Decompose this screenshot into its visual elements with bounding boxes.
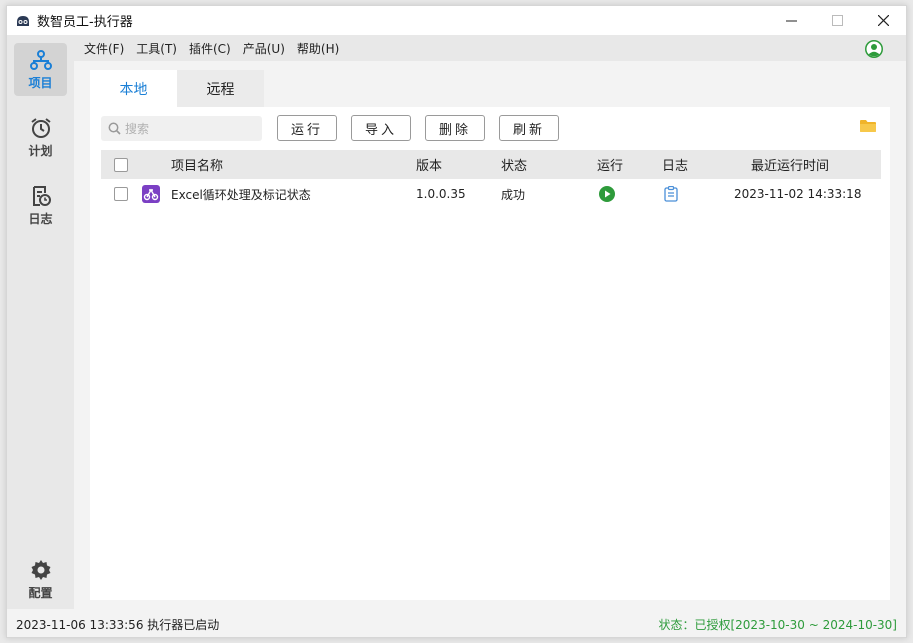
menu-plugins[interactable]: 插件(C) [189, 40, 231, 57]
source-tabs: 本地 远程 [90, 70, 264, 107]
refresh-button[interactable]: 刷新 [499, 115, 559, 141]
header-run[interactable]: 运行 [597, 150, 623, 179]
table-row[interactable]: Excel循环处理及标记状态 1.0.0.35 成功 2023-11-02 14… [101, 179, 881, 209]
maximize-button[interactable] [814, 6, 860, 35]
close-button[interactable] [860, 6, 906, 35]
minimize-button[interactable] [768, 6, 814, 35]
tab-local[interactable]: 本地 [90, 70, 177, 107]
title-bar[interactable]: 数智员工-执行器 [7, 6, 906, 35]
project-type-icon [142, 185, 160, 203]
menu-product[interactable]: 产品(U) [243, 40, 285, 57]
header-name[interactable]: 项目名称 [171, 150, 223, 179]
row-last-run: 2023-11-02 14:33:18 [734, 187, 862, 201]
sidebar-item-project[interactable]: 项目 [14, 43, 67, 96]
row-checkbox[interactable] [114, 187, 128, 201]
header-status[interactable]: 状态 [501, 150, 527, 179]
folder-icon[interactable] [860, 119, 876, 133]
tab-remote[interactable]: 远程 [177, 70, 264, 107]
status-bar: 2023-11-06 13:33:56 执行器已启动 状态：已授权[2023-1… [7, 609, 906, 637]
license-status: 状态：已授权[2023-10-30 ~ 2024-10-30] [658, 617, 897, 632]
run-button[interactable]: 运行 [277, 115, 337, 141]
menu-bar: 文件(F) 工具(T) 插件(C) 产品(U) 帮助(H) [74, 35, 906, 61]
search-input[interactable] [125, 121, 245, 136]
sidebar-item-label: 配置 [28, 585, 53, 600]
menu-help[interactable]: 帮助(H) [297, 40, 339, 57]
menu-tools[interactable]: 工具(T) [136, 40, 177, 57]
status-message: 2023-11-06 13:33:56 执行器已启动 [16, 617, 220, 632]
gear-icon [31, 559, 50, 580]
row-version: 1.0.0.35 [416, 187, 466, 201]
row-name: Excel循环处理及标记状态 [171, 187, 311, 202]
log-clock-icon [32, 185, 51, 206]
header-last-run[interactable]: 最近运行时间 [751, 150, 829, 179]
sidebar-item-plan[interactable]: 计划 [14, 111, 67, 164]
search-box[interactable] [101, 116, 262, 141]
window-title: 数智员工-执行器 [37, 15, 133, 30]
app-logo-icon [17, 15, 29, 26]
maximize-icon [831, 15, 843, 26]
user-account-icon[interactable] [864, 39, 884, 59]
sidebar-item-settings[interactable]: 配置 [14, 553, 67, 606]
delete-button[interactable]: 删除 [425, 115, 485, 141]
import-button[interactable]: 导入 [351, 115, 411, 141]
menu-file[interactable]: 文件(F) [84, 40, 124, 57]
app-window: 数智员工-执行器 项目 计划 日志 配置 文件(F) 工具(T) 插件(C) 产… [6, 5, 907, 638]
project-tree-icon [29, 49, 52, 70]
table-header: 项目名称 版本 状态 运行 日志 最近运行时间 [101, 150, 881, 179]
play-icon[interactable] [599, 186, 615, 202]
sidebar: 项目 计划 日志 配置 [7, 35, 74, 609]
sidebar-item-log[interactable]: 日志 [14, 179, 67, 232]
minimize-icon [785, 20, 797, 22]
header-log[interactable]: 日志 [662, 150, 688, 179]
search-icon [108, 122, 121, 135]
close-icon [877, 15, 889, 26]
sidebar-item-label: 项目 [28, 75, 53, 90]
alarm-clock-icon [30, 117, 51, 138]
sidebar-item-label: 日志 [28, 211, 53, 226]
project-panel: 运行 导入 删除 刷新 项目名称 版本 状态 运行 日志 最近运行时间 [90, 107, 890, 600]
log-clipboard-icon[interactable] [664, 186, 678, 202]
row-status: 成功 [501, 187, 526, 202]
sidebar-item-label: 计划 [28, 143, 53, 158]
select-all-checkbox[interactable] [114, 157, 128, 172]
header-version[interactable]: 版本 [416, 150, 442, 179]
